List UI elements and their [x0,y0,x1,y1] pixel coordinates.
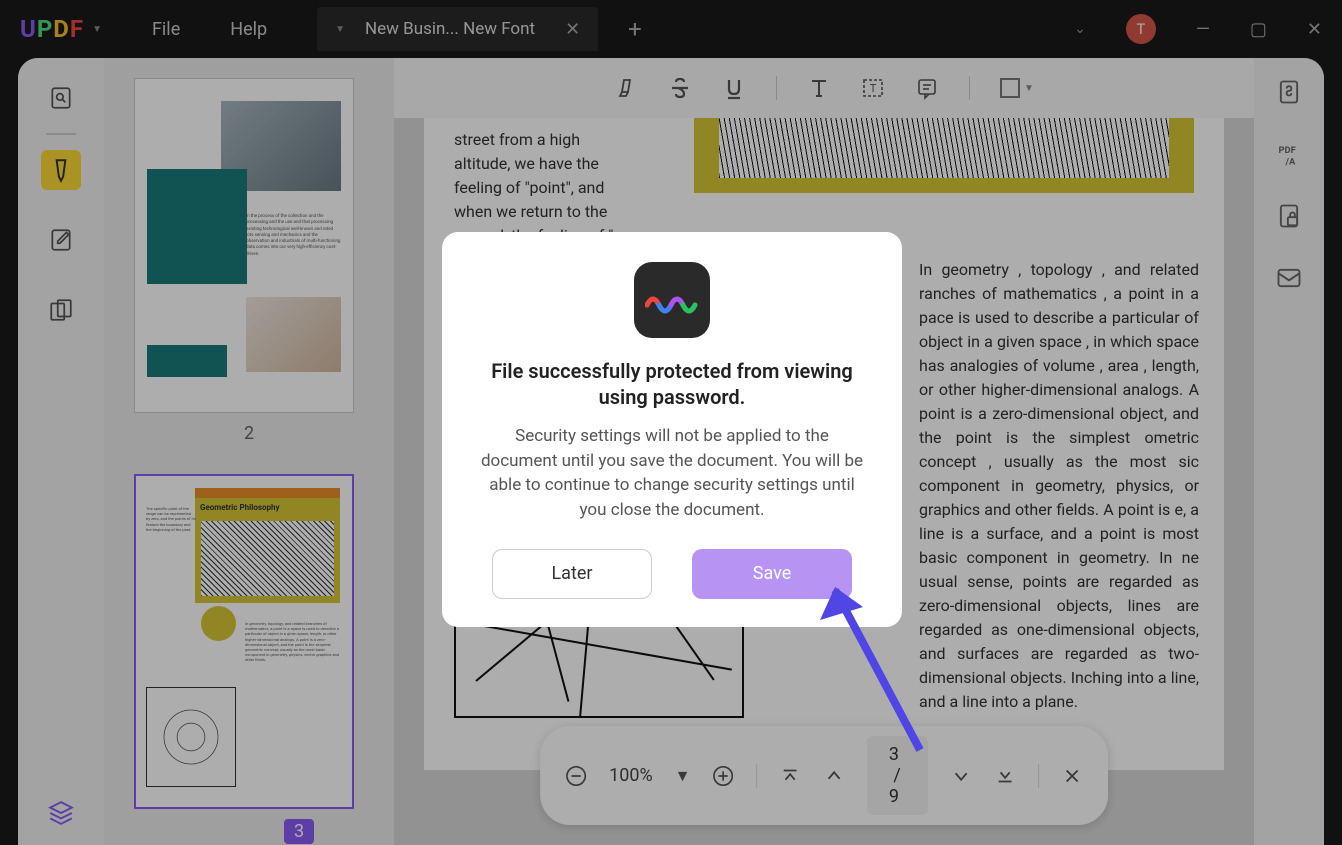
later-button[interactable]: Later [492,549,652,599]
app-icon [634,262,710,338]
password-protected-dialog: File successfully protected from viewing… [442,232,902,627]
dialog-buttons: Later Save [472,549,872,599]
dialog-title: File successfully protected from viewing… [472,358,872,410]
dialog-description: Security settings will not be applied to… [472,424,872,523]
annotation-arrow [815,585,935,769]
